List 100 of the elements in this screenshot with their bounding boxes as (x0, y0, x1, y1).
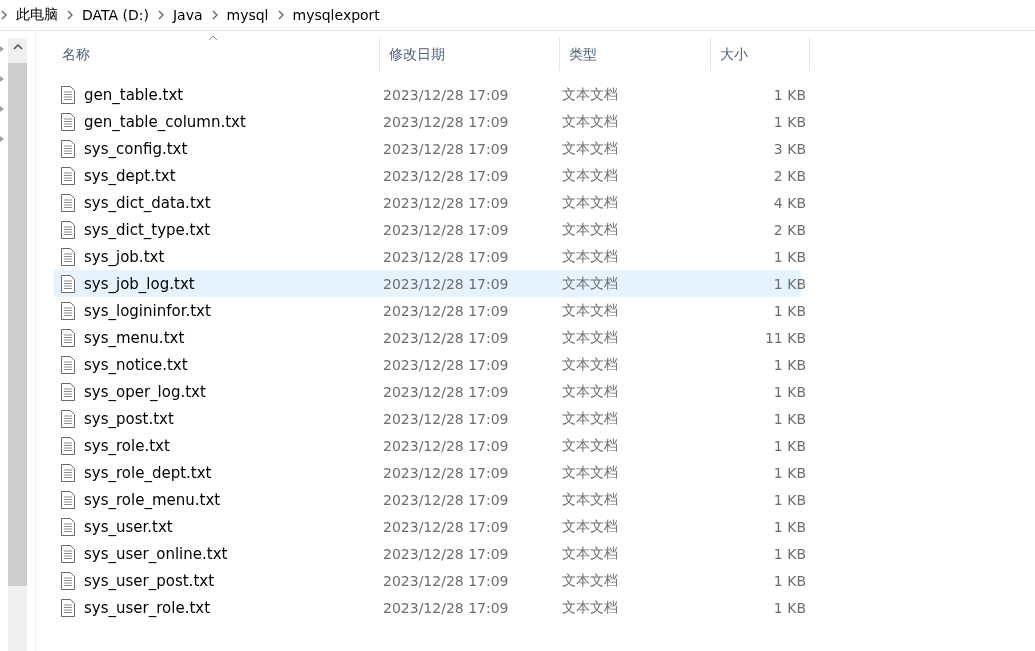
file-name: sys_role_menu.txt (84, 490, 221, 509)
file-size: 3 KB (772, 140, 807, 157)
file-name: sys_menu.txt (84, 328, 185, 347)
date-modified: 2023/12/28 17:09 (382, 599, 510, 616)
file-name: sys_post.txt (84, 409, 174, 428)
file-type: 文本文档 (561, 517, 619, 536)
date-modified: 2023/12/28 17:09 (382, 356, 510, 373)
text-file-icon (60, 409, 76, 428)
date-modified: 2023/12/28 17:09 (382, 329, 510, 346)
file-name: sys_user_post.txt (84, 571, 215, 590)
chevron-icon[interactable] (156, 10, 165, 20)
file-size: 1 KB (772, 599, 807, 616)
expand-arrow-icon[interactable] (0, 105, 5, 113)
date-modified: 2023/12/28 17:09 (382, 572, 510, 589)
date-modified: 2023/12/28 17:09 (382, 221, 510, 238)
file-name: sys_role.txt (84, 436, 170, 455)
text-file-icon (60, 463, 76, 482)
file-size: 1 KB (772, 302, 807, 319)
file-size: 1 KB (772, 410, 807, 427)
text-file-icon (60, 517, 76, 536)
file-name: sys_dept.txt (84, 166, 176, 185)
text-file-icon (60, 598, 76, 617)
file-name: sys_role_dept.txt (84, 463, 212, 482)
file-type: 文本文档 (561, 409, 619, 428)
breadcrumb-item[interactable]: DATA (D:) (82, 7, 149, 23)
date-modified: 2023/12/28 17:09 (382, 383, 510, 400)
date-modified: 2023/12/28 17:09 (382, 518, 510, 535)
file-type: 文本文档 (561, 112, 619, 131)
date-modified: 2023/12/28 17:09 (382, 140, 510, 157)
text-file-icon (60, 274, 76, 293)
file-type: 文本文档 (561, 247, 619, 266)
column-header[interactable]: 名称 (53, 38, 380, 71)
date-modified: 2023/12/28 17:09 (382, 248, 510, 265)
file-name: sys_user.txt (84, 517, 173, 536)
date-modified: 2023/12/28 17:09 (382, 464, 510, 481)
file-type: 文本文档 (561, 598, 619, 617)
date-modified: 2023/12/28 17:09 (382, 302, 510, 319)
file-size: 4 KB (772, 194, 807, 211)
file-type: 文本文档 (561, 301, 619, 320)
file-name: sys_job_log.txt (84, 274, 195, 293)
text-file-icon (60, 355, 76, 374)
date-modified: 2023/12/28 17:09 (382, 194, 510, 211)
date-modified: 2023/12/28 17:09 (382, 275, 510, 292)
file-name: sys_dict_type.txt (84, 220, 211, 239)
breadcrumb-item[interactable]: 此电脑 (16, 6, 58, 24)
text-file-icon (60, 490, 76, 509)
text-file-icon (60, 85, 76, 104)
file-type: 文本文档 (561, 571, 619, 590)
file-size: 1 KB (772, 464, 807, 481)
expand-arrow-icon[interactable] (0, 135, 5, 143)
caret-up-icon (12, 44, 23, 50)
file-size: 1 KB (772, 383, 807, 400)
file-type: 文本文档 (561, 166, 619, 185)
expand-arrow-icon[interactable] (0, 75, 5, 83)
text-file-icon (60, 382, 76, 401)
date-modified: 2023/12/28 17:09 (382, 437, 510, 454)
file-type: 文本文档 (561, 355, 619, 374)
date-modified: 2023/12/28 17:09 (382, 545, 510, 562)
expand-arrow-icon[interactable] (0, 45, 5, 53)
file-size: 1 KB (772, 491, 807, 508)
text-file-icon (60, 571, 76, 590)
file-name: sys_job.txt (84, 247, 165, 266)
text-file-icon (60, 247, 76, 266)
file-type: 文本文档 (561, 544, 619, 563)
file-type: 文本文档 (561, 274, 619, 293)
date-modified: 2023/12/28 17:09 (382, 113, 510, 130)
file-type: 文本文档 (561, 382, 619, 401)
chevron-icon[interactable] (276, 10, 285, 20)
file-type: 文本文档 (561, 463, 619, 482)
file-name: sys_logininfor.txt (84, 301, 211, 320)
file-name: gen_table_column.txt (84, 112, 246, 131)
column-header[interactable]: 大小 (711, 38, 810, 71)
file-name: sys_config.txt (84, 139, 188, 158)
file-size: 2 KB (772, 221, 807, 238)
chevron-icon[interactable] (66, 10, 74, 20)
file-name: sys_dict_data.txt (84, 193, 211, 212)
file-type: 文本文档 (561, 328, 619, 347)
file-name: sys_oper_log.txt (84, 382, 206, 401)
breadcrumb-item[interactable]: mysql (226, 7, 269, 23)
chevron-icon[interactable] (210, 10, 219, 20)
text-file-icon (60, 328, 76, 347)
file-type: 文本文档 (561, 490, 619, 509)
file-size: 1 KB (772, 572, 807, 589)
file-size: 11 KB (763, 329, 807, 346)
text-file-icon (60, 436, 76, 455)
column-header[interactable]: 修改日期 (380, 38, 560, 71)
column-header[interactable]: 类型 (560, 38, 711, 71)
file-size: 1 KB (772, 437, 807, 454)
breadcrumb-item[interactable]: Java (172, 7, 203, 23)
text-file-icon (60, 301, 76, 320)
text-file-icon (60, 112, 76, 131)
file-size: 1 KB (772, 518, 807, 535)
chevron-icon[interactable] (0, 10, 8, 20)
text-file-icon (60, 139, 76, 158)
file-size: 2 KB (772, 167, 807, 184)
text-file-icon (60, 166, 76, 185)
file-type: 文本文档 (561, 436, 619, 455)
file-size: 1 KB (772, 248, 807, 265)
breadcrumb-item[interactable]: mysqlexport (292, 7, 380, 23)
file-size: 1 KB (772, 545, 807, 562)
